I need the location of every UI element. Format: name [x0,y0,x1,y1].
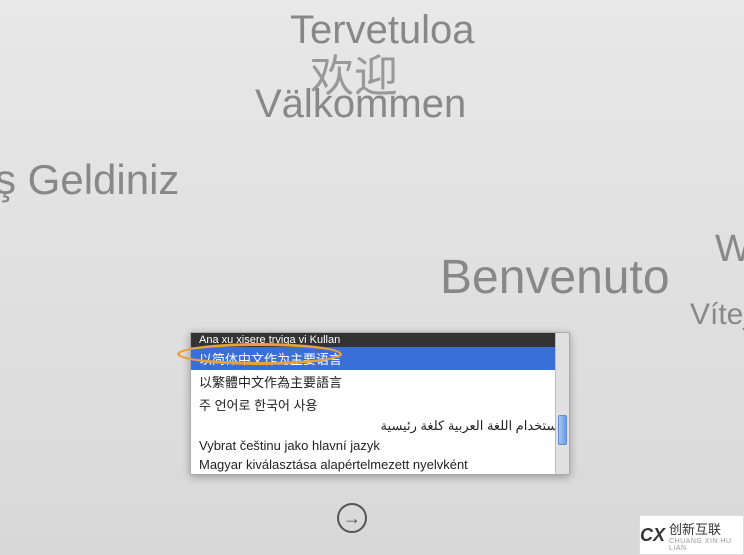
brand-name-cn: 创新互联 [669,519,743,538]
dropdown-item-traditional-chinese[interactable]: 以繁體中文作為主要語言 [191,370,569,393]
dropdown-item-simplified-chinese[interactable]: 以简体中文作为主要语言 [191,347,569,370]
dropdown-item-hungarian[interactable]: Magyar kiválasztása alapértelmezett nyel… [191,455,569,474]
brand-box: CX 创新互联 CHUANG XIN HU LIAN [639,515,744,555]
dropdown-scrollbar[interactable] [555,333,569,474]
language-dropdown[interactable]: Ana xu xisere trviga vi Kullan 以简体中文作为主要… [190,332,570,475]
welcome-polish-partial: Wi [715,228,744,271]
welcome-swedish: Välkommen [255,82,466,127]
brand-name-pinyin: CHUANG XIN HU LIAN [669,538,743,552]
arrow-right-icon: → [343,508,361,529]
welcome-czech-partial: Vítej [690,298,744,332]
dropdown-item-arabic[interactable]: استخدام اللغة العربية كلغة رئيسية [191,416,569,436]
next-button[interactable]: → [337,503,367,533]
brand-logo-icon: CX [640,525,665,546]
dropdown-item-korean[interactable]: 주 언어로 한국어 사용 [191,393,569,416]
welcome-turkish: ş Geldiniz [0,156,179,204]
welcome-italian: Benvenuto [440,250,670,305]
dropdown-item-czech[interactable]: Vybrat češtinu jako hlavní jazyk [191,436,569,455]
dropdown-item-partial[interactable]: Ana xu xisere trviga vi Kullan [191,333,569,347]
dropdown-scroll-thumb[interactable] [558,415,567,445]
